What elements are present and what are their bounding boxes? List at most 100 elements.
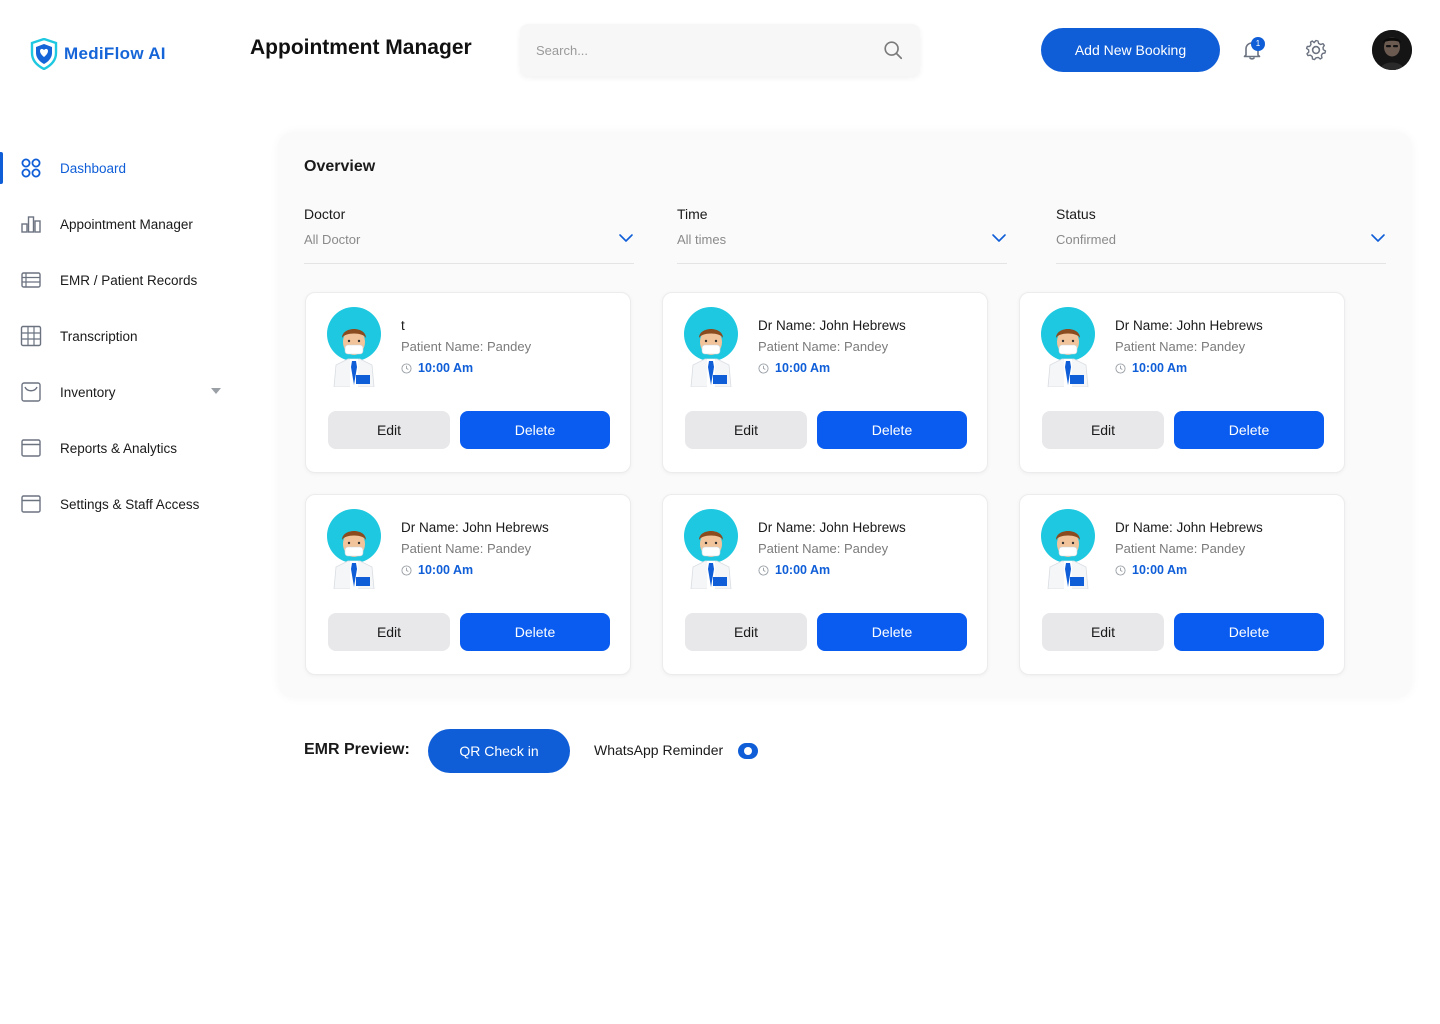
patient-name: Patient Name: Pandey [401, 339, 532, 354]
table-icon [20, 325, 42, 347]
sidebar-item-label: Inventory [60, 384, 116, 400]
appointment-time: 10:00 Am [1115, 563, 1187, 577]
page-title: Appointment Manager [250, 36, 472, 59]
overview-title: Overview [304, 158, 376, 175]
edit-button[interactable]: Edit [1042, 613, 1164, 651]
delete-button[interactable]: Delete [460, 613, 610, 651]
clock-icon [758, 362, 769, 374]
toggle-knob [744, 747, 752, 755]
doctor-filter[interactable]: Doctor All Doctor [304, 206, 634, 264]
grid-icon [21, 158, 41, 178]
overview-panel: Overview Doctor All Doctor Time All time… [278, 132, 1412, 698]
delete-button[interactable]: Delete [817, 411, 967, 449]
doctor-name: Dr Name: John Hebrews [401, 520, 549, 535]
doctor-avatar-icon [1041, 509, 1095, 589]
filter-value: All times [677, 232, 727, 247]
page: MediFlow AI Appointment Manager Add New … [0, 0, 1440, 1024]
qr-check-in-button[interactable]: QR Check in [428, 729, 570, 773]
logo-shield-icon [30, 38, 58, 70]
edit-button[interactable]: Edit [1042, 411, 1164, 449]
patient-name: Patient Name: Pandey [1115, 541, 1246, 556]
whatsapp-reminder-toggle[interactable] [738, 743, 758, 759]
sidebar-item-dashboard[interactable]: Dashboard [0, 140, 240, 196]
clock-icon [758, 564, 769, 576]
logo-text: MediFlow AI [64, 44, 166, 63]
appointment-card: Dr Name: John Hebrews Patient Name: Pand… [662, 494, 988, 675]
edit-button[interactable]: Edit [685, 411, 807, 449]
doctor-name: t [401, 318, 405, 333]
status-filter[interactable]: Status Confirmed [1056, 206, 1386, 264]
time-text: 10:00 Am [418, 563, 474, 577]
appointment-time: 10:00 Am [1115, 361, 1187, 375]
clock-icon [1115, 564, 1126, 576]
doctor-name: Dr Name: John Hebrews [758, 520, 906, 535]
doctor-name: Dr Name: John Hebrews [1115, 520, 1263, 535]
chevron-down-icon [992, 234, 1006, 242]
filter-label: Time [677, 206, 708, 222]
filter-value: All Doctor [304, 232, 361, 247]
filter-label: Doctor [304, 206, 346, 222]
clock-icon [1115, 362, 1126, 374]
sidebar-item-label: Transcription [60, 328, 138, 344]
delete-button[interactable]: Delete [1174, 613, 1324, 651]
sidebar-item-inventory[interactable]: Inventory [0, 364, 240, 420]
add-new-booking-button[interactable]: Add New Booking [1041, 28, 1220, 72]
clock-icon [401, 362, 412, 374]
list-icon [21, 272, 41, 288]
sidebar-item-settings-staff-access[interactable]: Settings & Staff Access [0, 476, 240, 532]
time-text: 10:00 Am [1132, 361, 1188, 375]
clock-icon [401, 564, 412, 576]
sidebar-item-emr-patient-records[interactable]: EMR / Patient Records [0, 252, 240, 308]
appointment-card: Dr Name: John Hebrews Patient Name: Pand… [1019, 494, 1345, 675]
appointment-time: 10:00 Am [401, 563, 473, 577]
time-filter[interactable]: Time All times [677, 206, 1007, 264]
search-icon[interactable] [882, 39, 904, 61]
search-input[interactable] [536, 42, 882, 58]
time-text: 10:00 Am [1132, 563, 1188, 577]
sidebar-item-transcription[interactable]: Transcription [0, 308, 240, 364]
doctor-avatar-icon [327, 509, 381, 589]
sidebar-item-label: Reports & Analytics [60, 440, 178, 456]
filter-value: Confirmed [1056, 232, 1116, 247]
sidebar-item-reports-analytics[interactable]: Reports & Analytics [0, 420, 240, 476]
sidebar-item-label: Dashboard [60, 160, 127, 176]
time-text: 10:00 Am [418, 361, 474, 375]
sidebar-item-label: Appointment Manager [60, 216, 193, 232]
appointment-card: t Patient Name: Pandey 10:00 Am Edit Del… [305, 292, 631, 473]
appointment-card: Dr Name: John Hebrews Patient Name: Pand… [305, 494, 631, 675]
logo[interactable]: MediFlow AI [30, 38, 166, 70]
delete-button[interactable]: Delete [1174, 411, 1324, 449]
whatsapp-reminder-label: WhatsApp Reminder [594, 742, 724, 758]
chevron-down-icon [619, 234, 633, 242]
chevron-down-icon [1371, 234, 1385, 242]
sidebar-item-label: Settings & Staff Access [60, 496, 200, 512]
bar-chart-icon [21, 216, 41, 233]
emr-preview-label: EMR Preview: [304, 741, 410, 758]
edit-button[interactable]: Edit [328, 613, 450, 651]
search-bar[interactable] [520, 24, 920, 76]
user-avatar[interactable] [1372, 30, 1412, 70]
dropdown-caret-icon[interactable] [211, 388, 221, 394]
doctor-avatar-icon [1041, 307, 1095, 387]
doctor-avatar-icon [327, 307, 381, 387]
patient-name: Patient Name: Pandey [401, 541, 532, 556]
edit-button[interactable]: Edit [328, 411, 450, 449]
sidebar-item-appointment-manager[interactable]: Appointment Manager [0, 196, 240, 252]
sidebar-item-label: EMR / Patient Records [60, 272, 198, 288]
inbox-icon [21, 382, 41, 402]
filter-label: Status [1056, 206, 1096, 222]
delete-button[interactable]: Delete [817, 613, 967, 651]
patient-name: Patient Name: Pandey [758, 339, 889, 354]
time-text: 10:00 Am [775, 563, 831, 577]
appointment-card: Dr Name: John Hebrews Patient Name: Pand… [1019, 292, 1345, 473]
sidebar: Dashboard Appointment Manager EMR / Pati… [0, 140, 240, 532]
appointment-card: Dr Name: John Hebrews Patient Name: Pand… [662, 292, 988, 473]
user-photo [1372, 30, 1412, 70]
delete-button[interactable]: Delete [460, 411, 610, 449]
edit-button[interactable]: Edit [685, 613, 807, 651]
appointment-time: 10:00 Am [758, 361, 830, 375]
window-icon [21, 439, 41, 457]
doctor-avatar-icon [684, 509, 738, 589]
gear-icon[interactable] [1304, 38, 1328, 62]
doctor-avatar-icon [684, 307, 738, 387]
